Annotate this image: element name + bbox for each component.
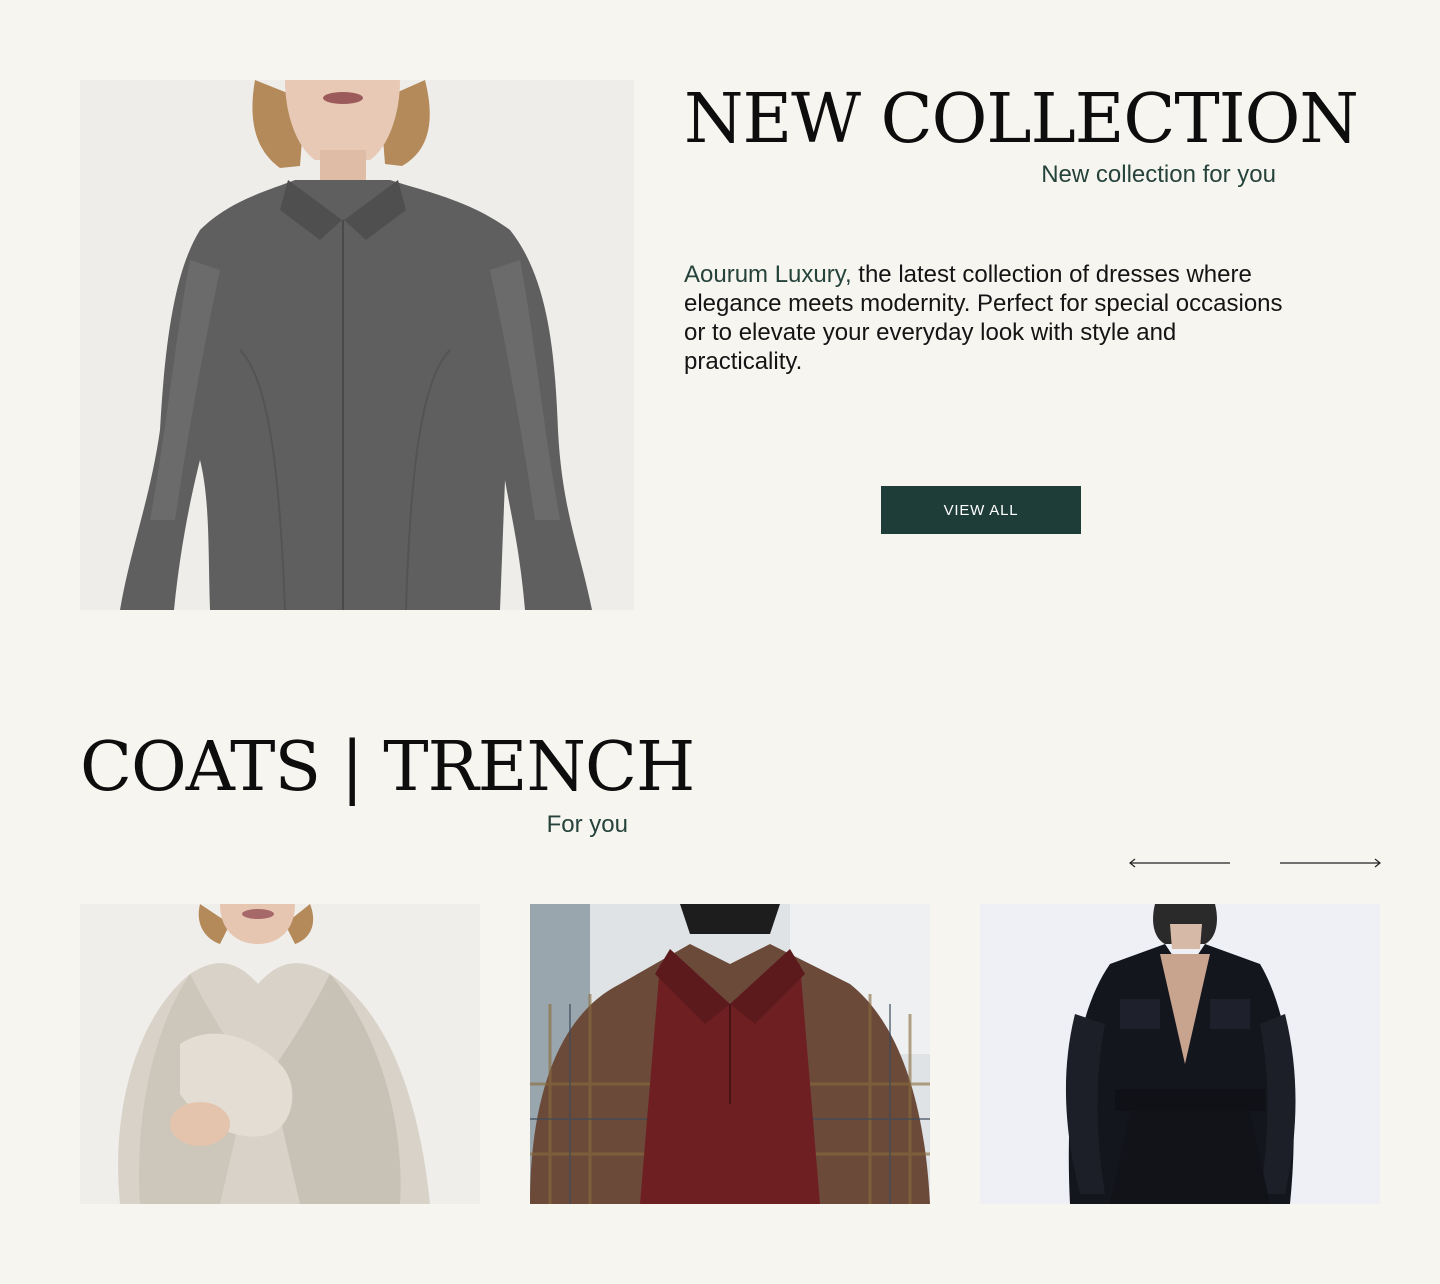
product-card-plaid-coat[interactable] [530,904,930,1204]
carousel-next-button[interactable] [1278,852,1382,874]
product-card-corduroy-jacket[interactable] [980,904,1380,1204]
hero-description: Aourum Luxury, the latest collection of … [684,260,1284,376]
hero-subtitle: New collection for you [1041,161,1276,188]
product-image [530,904,930,1204]
arrow-right-icon [1280,858,1381,868]
arrow-left-icon [1129,858,1230,868]
carousel-prev-button[interactable] [1128,852,1232,874]
coats-section-subtitle: For you [546,811,628,838]
view-all-button[interactable]: VIEW ALL [881,486,1081,534]
coats-section-title: COATS | TRENCH [80,728,695,807]
product-image [980,904,1380,1204]
product-image [80,904,480,1204]
hero-image [80,80,634,610]
product-card-fur-coat[interactable] [80,904,480,1204]
hero-title: NEW COLLECTION [684,80,1359,159]
brand-name: Aourum Luxury, [684,261,852,288]
